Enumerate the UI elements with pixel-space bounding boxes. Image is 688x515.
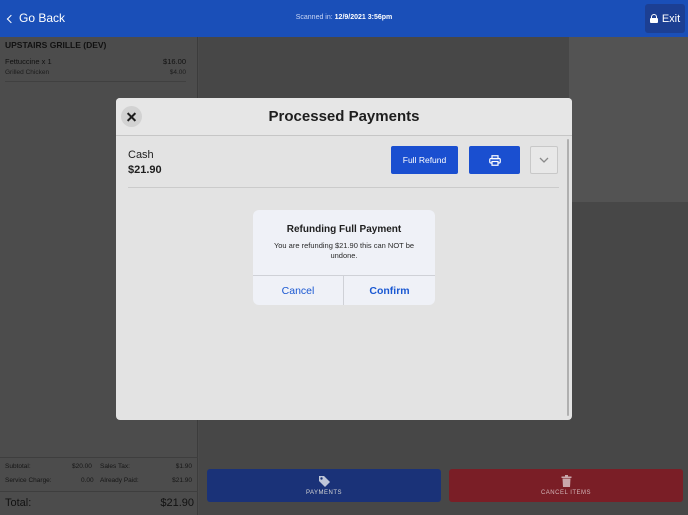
payments-label: PAYMENTS bbox=[305, 490, 343, 496]
scanned-in-info: Scanned in: 12/9/2021 3:56pm bbox=[0, 14, 688, 21]
alert-message: You are refunding $21.90 this can NOT be… bbox=[273, 241, 415, 260]
modifier-price: $4.00 bbox=[169, 69, 186, 76]
scanned-datetime: 12/9/2021 3:56pm bbox=[334, 14, 393, 21]
printer-icon bbox=[488, 154, 501, 166]
order-item-modifier: Grilled Chicken $4.00 bbox=[5, 69, 186, 76]
venue-name: UPSTAIRS GRILLE (DEV) bbox=[5, 40, 107, 50]
alert-title: Refunding Full Payment bbox=[286, 224, 402, 235]
full-refund-button[interactable]: Full Refund bbox=[391, 146, 458, 174]
cancel-items-label: CANCEL ITEMS bbox=[540, 490, 592, 496]
subtotal-label: Subtotal: bbox=[5, 463, 31, 470]
service-charge-label: Service Charge: bbox=[5, 477, 52, 484]
total-value: $21.90 bbox=[160, 497, 194, 509]
modifier-name: Grilled Chicken bbox=[5, 69, 50, 76]
item-price: $16.00 bbox=[163, 57, 186, 66]
total-label: Total: bbox=[5, 497, 32, 509]
order-item[interactable]: Fettuccine x 1 $16.00 bbox=[5, 57, 186, 66]
tag-icon bbox=[318, 476, 330, 487]
sales-tax-label: Sales Tax: bbox=[100, 463, 130, 470]
item-name: Fettuccine x 1 bbox=[5, 57, 52, 66]
divider bbox=[128, 187, 559, 188]
top-bar: Go Back Scanned in: 12/9/2021 3:56pm Exi… bbox=[0, 0, 688, 37]
subtotal-value: $20.00 bbox=[72, 463, 92, 470]
exit-label: Exit bbox=[661, 12, 681, 25]
sales-tax-value: $1.90 bbox=[175, 463, 192, 470]
expand-payment-button[interactable] bbox=[530, 146, 558, 174]
modal-scrollbar[interactable] bbox=[567, 139, 569, 416]
divider bbox=[5, 81, 186, 82]
exit-button[interactable]: Exit bbox=[645, 4, 685, 33]
payment-amount: $21.90 bbox=[128, 164, 162, 176]
payment-type: Cash bbox=[128, 149, 154, 161]
background-panel bbox=[569, 37, 688, 202]
trash-icon bbox=[561, 475, 571, 487]
modal-title: Processed Payments bbox=[268, 108, 420, 125]
grand-total: Total: $21.90 bbox=[0, 491, 198, 515]
cancel-button[interactable]: Cancel bbox=[253, 276, 343, 305]
cancel-items-button[interactable]: CANCEL ITEMS bbox=[449, 469, 683, 502]
already-paid-value: $21.90 bbox=[172, 477, 192, 484]
already-paid-label: Already Paid: bbox=[100, 477, 139, 484]
chevron-down-icon bbox=[539, 157, 549, 163]
lock-icon bbox=[649, 14, 658, 23]
print-receipt-button[interactable] bbox=[469, 146, 520, 174]
service-charge-value: 0.00 bbox=[81, 477, 94, 484]
payments-button[interactable]: PAYMENTS bbox=[207, 469, 441, 502]
confirm-button[interactable]: Confirm bbox=[344, 276, 435, 305]
modal-header: Processed Payments bbox=[116, 98, 572, 136]
scanned-prefix: Scanned in: bbox=[295, 14, 333, 21]
refund-confirmation-dialog: Refunding Full Payment You are refunding… bbox=[253, 210, 435, 305]
